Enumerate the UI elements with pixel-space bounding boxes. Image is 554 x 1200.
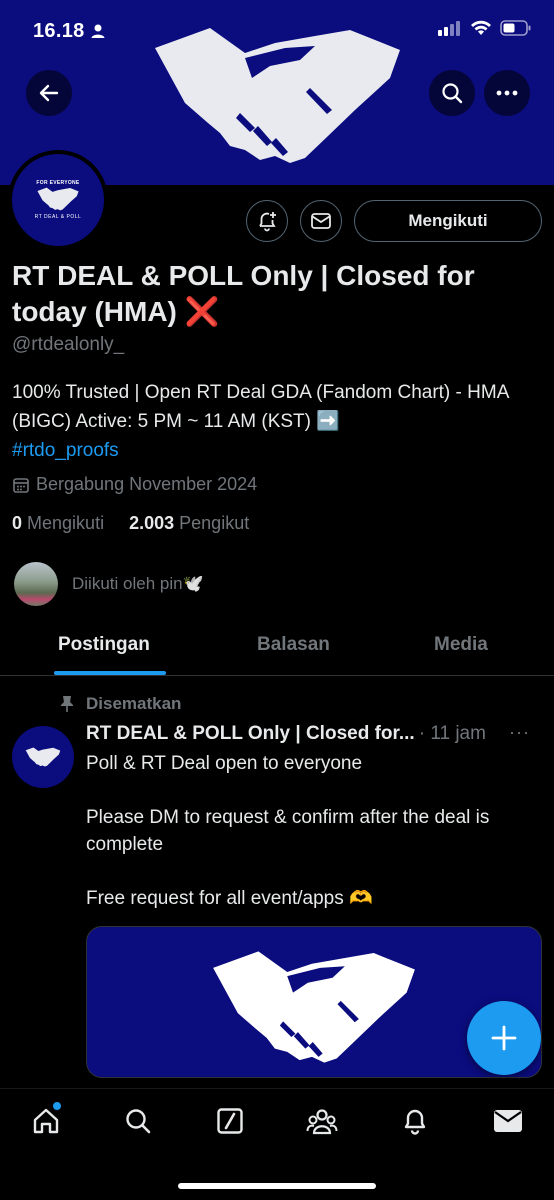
more-dots-icon — [496, 90, 518, 96]
compose-post-button[interactable] — [467, 1001, 541, 1075]
tab-media[interactable]: Media — [434, 634, 488, 656]
handshake-image-icon — [213, 951, 415, 1063]
notifications-icon — [404, 1109, 426, 1135]
messages-icon — [494, 1110, 522, 1132]
followed-by-text: Diikuti oleh pin🕊️ — [72, 574, 204, 593]
wifi-icon — [471, 20, 491, 35]
bio-text: 100% Trusted | Open RT Deal GDA (Fandom … — [12, 382, 509, 432]
joined-date: Bergabung November 2024 — [12, 474, 257, 495]
profile-handle: @rtdealonly_ — [12, 334, 125, 355]
active-tab-indicator — [54, 671, 166, 675]
person-icon — [91, 24, 105, 38]
pinned-label: Disematkan — [60, 694, 181, 714]
status-bar: 16.18 — [0, 0, 554, 60]
nav-grok[interactable] — [214, 1105, 246, 1137]
search-icon — [442, 83, 463, 104]
avatar-bottom-text: RT DEAL & POLL — [34, 214, 82, 220]
arrow-left-icon — [39, 84, 59, 102]
pin-icon — [61, 696, 73, 712]
search-icon — [126, 1109, 151, 1134]
cellular-signal-icon — [438, 21, 460, 36]
followers-link[interactable]: 2.003 Pengikut — [129, 513, 249, 533]
followers-count: 2.003 — [129, 513, 175, 533]
status-icons — [438, 20, 532, 36]
battery-icon — [500, 20, 531, 36]
post-author-name[interactable]: RT DEAL & POLL Only | Closed for... — [86, 723, 415, 745]
more-options-button[interactable] — [484, 70, 530, 116]
plus-icon — [491, 1025, 517, 1051]
calendar-icon — [13, 477, 29, 493]
profile-tabs: Postingan Balasan Media — [0, 620, 554, 676]
tab-posts[interactable]: Postingan — [58, 634, 150, 656]
handshake-logo-icon — [37, 187, 79, 211]
pinned-text: Disematkan — [86, 694, 182, 713]
profile-display-name: RT DEAL & POLL Only | Closed for today (… — [12, 260, 475, 327]
nav-messages[interactable] — [492, 1105, 524, 1137]
home-notification-dot — [53, 1102, 61, 1110]
notifications-subscribe-button[interactable] — [246, 200, 288, 242]
profile-avatar[interactable]: FOR EVERYONE RT DEAL & POLL — [8, 150, 108, 250]
back-button[interactable] — [26, 70, 72, 116]
home-icon — [33, 1108, 59, 1134]
follow-counts: 0 Mengikuti 2.003 Pengikut — [12, 513, 249, 534]
following-button[interactable]: Mengikuti — [354, 200, 542, 242]
profile-bio: 100% Trusted | Open RT Deal GDA (Fandom … — [12, 378, 542, 465]
nav-communities[interactable] — [306, 1105, 338, 1137]
nav-notifications[interactable] — [399, 1105, 431, 1137]
following-link[interactable]: 0 Mengikuti — [12, 513, 104, 533]
follower-avatar — [14, 562, 58, 606]
joined-text: Bergabung November 2024 — [36, 474, 258, 494]
grok-icon — [217, 1108, 243, 1134]
nav-search[interactable] — [122, 1105, 154, 1137]
post-header: RT DEAL & POLL Only | Closed for... · 11… — [86, 722, 546, 746]
envelope-icon — [311, 213, 331, 229]
home-indicator — [178, 1183, 376, 1189]
bell-plus-icon — [259, 212, 276, 232]
followers-label: Pengikut — [179, 513, 250, 533]
status-time: 16.18 — [33, 20, 85, 42]
handshake-logo-icon — [25, 747, 61, 767]
followed-by[interactable]: Diikuti oleh pin🕊️ — [14, 562, 204, 606]
post-body: Poll & RT Deal open to everyone Please D… — [86, 753, 490, 909]
bio-hashtag-link[interactable]: #rtdo_proofs — [12, 436, 542, 465]
following-label: Mengikuti — [27, 513, 105, 533]
avatar-logo: FOR EVERYONE RT DEAL & POLL — [12, 154, 104, 246]
search-button[interactable] — [429, 70, 475, 116]
post-author-avatar[interactable] — [12, 726, 74, 788]
communities-icon — [306, 1109, 338, 1135]
post-more-button[interactable]: ··· — [509, 722, 530, 743]
post-timestamp[interactable]: · 11 jam — [419, 723, 486, 745]
tab-replies[interactable]: Balasan — [257, 634, 330, 656]
following-count: 0 — [12, 513, 23, 533]
message-button[interactable] — [300, 200, 342, 242]
